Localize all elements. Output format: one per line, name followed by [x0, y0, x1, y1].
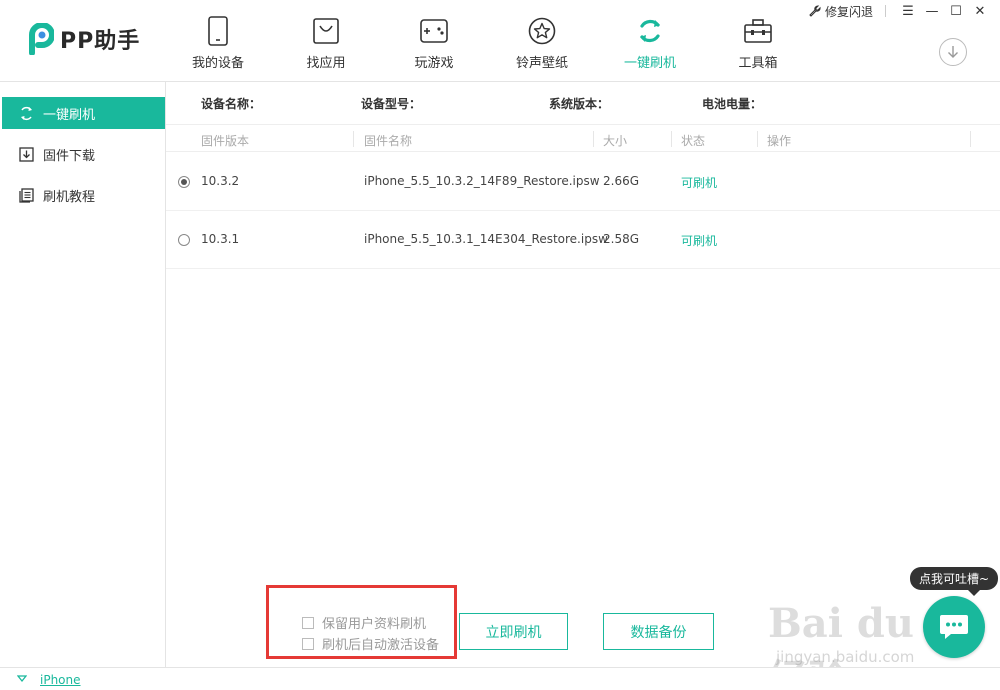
star-icon: [527, 15, 557, 47]
nav-one-click-flash[interactable]: 一键刷机: [596, 0, 704, 82]
download-icon: [18, 146, 34, 162]
phone-icon: [203, 15, 233, 47]
app-logo: PP助手: [26, 22, 140, 56]
minimize-icon[interactable]: —: [920, 4, 944, 19]
system-version-label: 系统版本：: [549, 97, 610, 111]
column-divider: [353, 131, 354, 147]
feedback-tooltip: 点我可吐槽~: [910, 567, 998, 596]
column-divider: [671, 131, 672, 147]
chevron-down-icon[interactable]: [17, 675, 27, 683]
close-icon[interactable]: ✕: [968, 4, 992, 19]
column-header: 状态: [681, 134, 706, 148]
nav-my-device[interactable]: 我的设备: [164, 0, 272, 82]
app-name: PP助手: [60, 29, 141, 54]
sidebar-item-flash-tutorial[interactable]: 刷机教程: [2, 179, 165, 211]
sidebar-item-label: 一键刷机: [43, 107, 96, 123]
window-controls: 修复闪退 ☰ — ☐ ✕: [809, 2, 992, 20]
toolbox-icon: [743, 15, 773, 47]
arrow-down-icon: [948, 46, 958, 58]
wrench-icon: [809, 5, 821, 17]
nav-games[interactable]: 玩游戏: [380, 0, 488, 82]
status-bar: iPhone: [0, 667, 1000, 690]
firmware-status: 可刷机: [681, 234, 718, 248]
firmware-version: 10.3.2: [201, 174, 240, 188]
nav-toolbox[interactable]: 工具箱: [704, 0, 812, 82]
chat-bubble-icon: [940, 615, 968, 639]
table-row[interactable]: 10.3.1 iPhone_5.5_10.3.1_14E304_Restore.…: [166, 211, 1000, 269]
feedback-chat-button[interactable]: [923, 596, 985, 658]
maximize-icon[interactable]: ☐: [944, 4, 968, 19]
firmware-size: 2.58G: [603, 232, 640, 246]
column-header: 大小: [603, 134, 628, 148]
nav-ringtones-wallpapers[interactable]: 铃声壁纸: [488, 0, 596, 82]
column-header: 操作: [767, 134, 792, 148]
nav-label: 工具箱: [738, 56, 778, 71]
firmware-radio[interactable]: [178, 234, 190, 246]
data-backup-button[interactable]: 数据备份: [603, 613, 714, 650]
sidebar-item-label: 固件下载: [43, 148, 96, 164]
table-row[interactable]: 10.3.2 iPhone_5.5_10.3.2_14F89_Restore.i…: [166, 153, 1000, 211]
nav-label: 找应用: [306, 56, 346, 71]
firmware-size: 2.66G: [603, 174, 640, 188]
main-content: 设备名称： 设备型号： 系统版本： 电池电量： 固件版本 固件名称 大小 状态 …: [166, 82, 1000, 667]
device-info-row: 设备名称： 设备型号： 系统版本： 电池电量：: [166, 82, 1000, 124]
sidebar: 一键刷机 固件下载 刷机教程: [0, 82, 166, 667]
shopping-bag-icon: [311, 15, 341, 47]
nav-label: 一键刷机: [623, 56, 676, 71]
column-divider: [757, 131, 758, 147]
annotation-highlight: [266, 585, 457, 659]
column-divider: [593, 131, 594, 147]
document-icon: [18, 187, 34, 203]
flash-now-button[interactable]: 立即刷机: [459, 613, 568, 650]
nav-label: 我的设备: [191, 56, 244, 71]
device-name-label: 设备名称：: [201, 97, 262, 111]
top-bar: PP助手 我的设备 找应用 玩游戏 铃声壁纸 一键刷机 工具箱 修复闪退 ☰ —…: [0, 0, 1000, 82]
column-header: 固件版本: [201, 134, 250, 148]
sidebar-item-label: 刷机教程: [43, 189, 96, 205]
column-header: 固件名称: [364, 134, 413, 148]
nav-label: 铃声壁纸: [515, 56, 568, 71]
firmware-radio-selected[interactable]: [178, 176, 190, 188]
menu-icon[interactable]: ☰: [896, 4, 920, 19]
divider: [885, 5, 886, 17]
sidebar-item-firmware-download[interactable]: 固件下载: [2, 138, 165, 170]
firmware-table-header: 固件版本 固件名称 大小 状态 操作: [166, 124, 1000, 152]
nav-find-apps[interactable]: 找应用: [272, 0, 380, 82]
gamepad-icon: [419, 15, 449, 47]
pp-logo-icon: [29, 23, 54, 55]
device-selector-link[interactable]: iPhone: [40, 673, 81, 687]
main-nav: 我的设备 找应用 玩游戏 铃声壁纸 一键刷机 工具箱: [164, 0, 812, 82]
column-divider: [970, 131, 971, 147]
repair-label: 修复闪退: [824, 4, 873, 19]
battery-label: 电池电量：: [702, 97, 763, 111]
sidebar-item-one-click-flash[interactable]: 一键刷机: [2, 97, 165, 129]
refresh-icon: [18, 105, 34, 121]
refresh-icon: [635, 15, 665, 47]
firmware-version: 10.3.1: [201, 232, 240, 246]
firmware-name: iPhone_5.5_10.3.1_14E304_Restore.ipsw: [364, 232, 608, 246]
nav-label: 玩游戏: [414, 56, 454, 71]
firmware-status: 可刷机: [681, 176, 718, 190]
firmware-name: iPhone_5.5_10.3.2_14F89_Restore.ipsw: [364, 174, 600, 188]
device-model-label: 设备型号：: [361, 97, 422, 111]
download-manager-button[interactable]: [939, 38, 967, 66]
repair-crash-button[interactable]: 修复闪退: [809, 3, 873, 20]
